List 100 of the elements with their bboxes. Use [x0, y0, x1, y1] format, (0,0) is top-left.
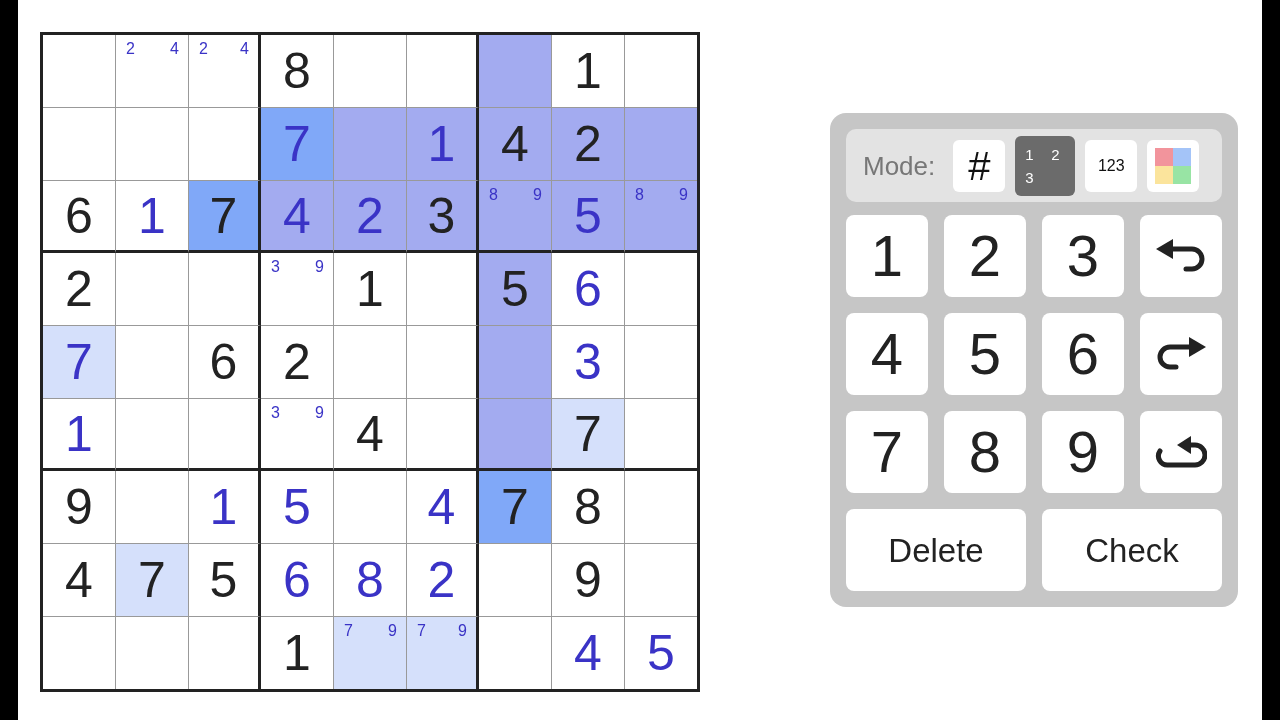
redo-button[interactable]: [1140, 313, 1222, 395]
sudoku-cell[interactable]: [479, 326, 552, 399]
sudoku-cell[interactable]: 1: [189, 471, 261, 544]
sudoku-cell[interactable]: [407, 326, 479, 399]
sudoku-cell[interactable]: [189, 108, 261, 181]
digit-key[interactable]: 9: [1042, 411, 1124, 493]
sudoku-cell[interactable]: [116, 108, 189, 181]
pencil-mark: 3: [271, 405, 280, 421]
sudoku-cell[interactable]: 8 9: [625, 181, 697, 253]
pencil-mark: 3: [271, 259, 280, 275]
sudoku-cell[interactable]: 8: [552, 471, 625, 544]
sudoku-cell[interactable]: 7: [261, 108, 334, 181]
sudoku-cell[interactable]: 6: [552, 253, 625, 326]
sudoku-cell[interactable]: [43, 108, 116, 181]
sudoku-cell[interactable]: 4: [479, 108, 552, 181]
sudoku-cell[interactable]: [116, 253, 189, 326]
sudoku-cell[interactable]: 5: [479, 253, 552, 326]
sudoku-cell[interactable]: 2 4: [189, 35, 261, 108]
sudoku-cell[interactable]: 5: [552, 181, 625, 253]
pencil-mark: 9: [315, 405, 324, 421]
digit-key[interactable]: 8: [944, 411, 1026, 493]
digit-key[interactable]: 4: [846, 313, 928, 395]
sudoku-cell[interactable]: [334, 108, 407, 181]
restart-button[interactable]: [1140, 411, 1222, 493]
sudoku-cell[interactable]: 2: [334, 181, 407, 253]
pencil-mark: 7: [344, 623, 353, 639]
sudoku-cell[interactable]: 8 9: [479, 181, 552, 253]
digit-key[interactable]: 1: [846, 215, 928, 297]
sudoku-cell[interactable]: [334, 35, 407, 108]
sudoku-cell[interactable]: [334, 471, 407, 544]
delete-button[interactable]: Delete: [846, 509, 1026, 591]
sudoku-cell[interactable]: 4: [261, 181, 334, 253]
sudoku-cell[interactable]: 3 9: [261, 253, 334, 326]
sudoku-cell[interactable]: 4: [43, 544, 116, 617]
sudoku-cell[interactable]: 2: [43, 253, 116, 326]
sudoku-cell[interactable]: 3: [407, 181, 479, 253]
sudoku-cell[interactable]: 6: [189, 326, 261, 399]
digit-key[interactable]: 7: [846, 411, 928, 493]
sudoku-cell[interactable]: 9: [43, 471, 116, 544]
pencil-mark: 4: [170, 41, 179, 57]
sudoku-cell[interactable]: 4: [407, 471, 479, 544]
check-button[interactable]: Check: [1042, 509, 1222, 591]
sudoku-cell[interactable]: 3 9: [261, 399, 334, 471]
digit-key[interactable]: 2: [944, 215, 1026, 297]
sudoku-cell[interactable]: 5: [261, 471, 334, 544]
undo-icon: [1155, 238, 1207, 274]
digit-key[interactable]: 6: [1042, 313, 1124, 395]
color-mode-button[interactable]: [1147, 139, 1200, 192]
sudoku-cell[interactable]: [479, 35, 552, 108]
sudoku-cell[interactable]: [407, 253, 479, 326]
digit-key[interactable]: 5: [944, 313, 1026, 395]
sudoku-cell[interactable]: 7: [43, 326, 116, 399]
pencil-mark: 2: [199, 41, 208, 57]
pencil-mark: 4: [240, 41, 249, 57]
sudoku-cell[interactable]: 1: [334, 253, 407, 326]
sudoku-cell[interactable]: 7 9: [407, 617, 479, 689]
sudoku-cell[interactable]: [116, 471, 189, 544]
sudoku-cell[interactable]: [116, 399, 189, 471]
undo-button[interactable]: [1140, 215, 1222, 297]
sudoku-cell[interactable]: [116, 326, 189, 399]
sudoku-cell[interactable]: 7: [189, 181, 261, 253]
sudoku-cell[interactable]: 7: [552, 399, 625, 471]
sudoku-cell[interactable]: 2: [407, 544, 479, 617]
sudoku-cell[interactable]: 8: [261, 35, 334, 108]
color-palette-icon: [1155, 147, 1192, 184]
pencil-mark: 7: [417, 623, 426, 639]
sudoku-cell[interactable]: [43, 35, 116, 108]
sudoku-cell[interactable]: 2: [261, 326, 334, 399]
pencil-mark: 9: [458, 623, 467, 639]
sudoku-cell[interactable]: 8: [334, 544, 407, 617]
sudoku-cell[interactable]: [334, 326, 407, 399]
sudoku-cell[interactable]: 1: [116, 181, 189, 253]
sudoku-cell[interactable]: 9: [552, 544, 625, 617]
sudoku-cell[interactable]: 6: [43, 181, 116, 253]
sudoku-cell[interactable]: [189, 253, 261, 326]
sudoku-cell[interactable]: 4: [334, 399, 407, 471]
sudoku-cell[interactable]: 2: [552, 108, 625, 181]
sudoku-cell[interactable]: [479, 544, 552, 617]
sudoku-cell[interactable]: [407, 35, 479, 108]
sudoku-cell[interactable]: 7 9: [334, 617, 407, 689]
sudoku-cell[interactable]: [479, 399, 552, 471]
pencil-mark: 9: [533, 187, 542, 203]
sudoku-cell[interactable]: [189, 399, 261, 471]
center-mode-button[interactable]: 123: [1085, 139, 1138, 192]
corner-mode-button[interactable]: 1 2 3: [1015, 135, 1076, 196]
sudoku-cell[interactable]: 5: [189, 544, 261, 617]
digit-key[interactable]: 3: [1042, 215, 1124, 297]
sudoku-cell[interactable]: 6: [261, 544, 334, 617]
sudoku-cell[interactable]: 2 4: [116, 35, 189, 108]
sudoku-cell[interactable]: [407, 399, 479, 471]
normal-mode-button[interactable]: #: [953, 139, 1006, 192]
sudoku-cell[interactable]: 1: [407, 108, 479, 181]
sudoku-cell[interactable]: 7: [479, 471, 552, 544]
sudoku-cell[interactable]: 1: [552, 35, 625, 108]
pencil-mark: 8: [635, 187, 644, 203]
sudoku-cell[interactable]: 7: [116, 544, 189, 617]
sudoku-cell[interactable]: 3: [552, 326, 625, 399]
sudoku-cell[interactable]: 1: [43, 399, 116, 471]
sudoku-cell[interactable]: [625, 108, 697, 181]
pencil-mark: 2: [126, 41, 135, 57]
